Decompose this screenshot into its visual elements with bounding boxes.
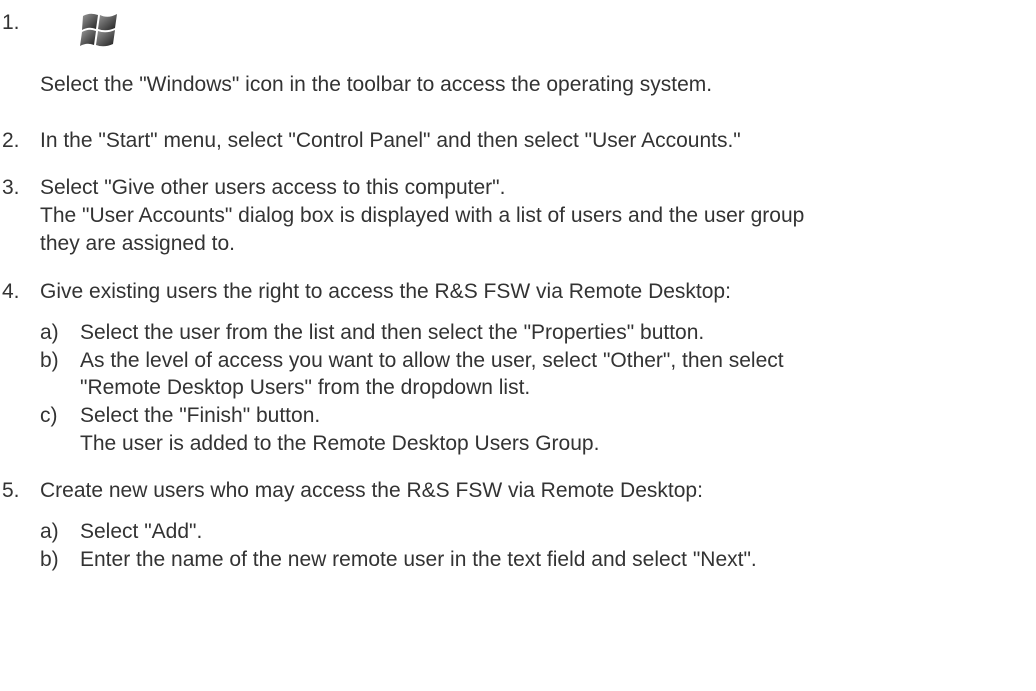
substep-letter: a) — [40, 520, 59, 543]
substep-letter: b) — [40, 548, 59, 571]
substep-letter: b) — [40, 349, 59, 372]
step-3-result-line: they are assigned to. — [40, 232, 235, 255]
step-1-text: Select the "Windows" icon in the toolbar… — [40, 73, 713, 96]
document-page: { "steps": [ { "num": "1.", "icon": "win… — [0, 0, 1036, 691]
step-1-number: 1. — [2, 11, 20, 34]
step-4-number: 4. — [2, 280, 20, 303]
windows-logo-icon — [80, 13, 117, 47]
substep-text: As the level of access you want to allow… — [80, 349, 784, 372]
substep-text: Select "Add". — [80, 520, 203, 543]
substep-text: Select the "Finish" button. — [80, 404, 321, 427]
step-3-result-line: The "User Accounts" dialog box is displa… — [40, 204, 805, 227]
substep-text: Select the user from the list and then s… — [80, 321, 705, 344]
substep-text: "Remote Desktop Users" from the dropdown… — [80, 376, 531, 399]
substep-text: Enter the name of the new remote user in… — [80, 548, 757, 571]
step-3-number: 3. — [2, 176, 20, 199]
step-4-text: Give existing users the right to access … — [40, 280, 731, 303]
step-2-number: 2. — [2, 129, 20, 152]
step-2-text: In the "Start" menu, select "Control Pan… — [40, 129, 741, 152]
substep-letter: c) — [40, 404, 58, 427]
step-3-text: Select "Give other users access to this … — [40, 176, 506, 199]
substep-text: The user is added to the Remote Desktop … — [80, 432, 600, 455]
step-5-text: Create new users who may access the R&S … — [40, 479, 703, 502]
step-5-number: 5. — [2, 479, 20, 502]
substep-letter: a) — [40, 321, 59, 344]
